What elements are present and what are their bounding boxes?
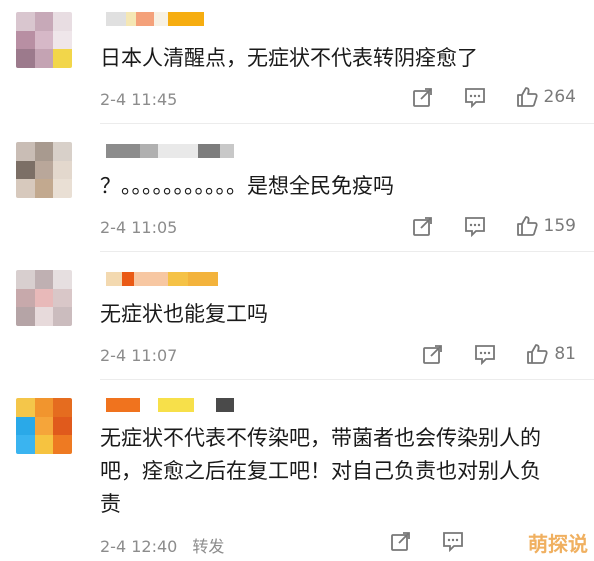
like-count: 81 bbox=[554, 344, 576, 364]
username-pixel bbox=[140, 398, 158, 412]
like-count: 264 bbox=[543, 87, 576, 107]
avatar-pixel bbox=[34, 30, 54, 50]
avatar-pixel bbox=[16, 142, 35, 161]
divider bbox=[100, 251, 594, 252]
avatar-pixel bbox=[34, 179, 54, 198]
thumbs-up-icon[interactable] bbox=[516, 86, 538, 108]
comment-icon[interactable] bbox=[474, 343, 496, 366]
avatar-pixel bbox=[53, 179, 72, 198]
avatar-pixel bbox=[16, 12, 35, 31]
avatar-pixel bbox=[16, 307, 35, 326]
divider bbox=[100, 379, 594, 380]
comment-time: 2-4 11:05 bbox=[100, 218, 178, 237]
comment-actions: 159 bbox=[412, 215, 576, 238]
comment-meta: 2-4 12:40 转发 bbox=[100, 533, 224, 557]
avatar-pixel bbox=[16, 270, 35, 289]
comment-text-line: 责 bbox=[100, 492, 121, 516]
username[interactable] bbox=[106, 12, 204, 26]
username-pixel bbox=[122, 272, 134, 286]
username-pixel bbox=[106, 12, 126, 26]
avatar-pixel bbox=[53, 160, 72, 180]
username-pixel bbox=[106, 272, 122, 286]
avatar-pixel bbox=[53, 12, 72, 31]
avatar-pixel bbox=[34, 416, 54, 436]
comment-time: 2-4 12:40 bbox=[100, 537, 178, 556]
divider bbox=[100, 123, 594, 124]
username[interactable] bbox=[106, 144, 234, 158]
username-pixel bbox=[220, 144, 234, 158]
avatar[interactable] bbox=[16, 12, 72, 68]
avatar[interactable] bbox=[16, 270, 72, 326]
avatar[interactable] bbox=[16, 398, 72, 454]
avatar-pixel bbox=[53, 30, 72, 50]
share-icon[interactable] bbox=[390, 530, 412, 552]
comment-text: 日本人清醒点，无症状不代表转阴痊愈了 bbox=[100, 46, 478, 70]
repost-label[interactable]: 转发 bbox=[192, 537, 224, 556]
username[interactable] bbox=[106, 272, 218, 286]
username-pixel bbox=[158, 144, 198, 158]
comment-text: 无症状不代表不传染吧，带菌者也会传染别人的 吧，痊愈之后在复工吧！对自己负责也对… bbox=[100, 422, 570, 521]
avatar-pixel bbox=[53, 142, 72, 161]
like-count: 159 bbox=[543, 216, 576, 236]
comment-actions: 264 bbox=[412, 86, 576, 109]
username-pixel bbox=[194, 398, 216, 412]
avatar-pixel bbox=[34, 288, 54, 308]
comment-time: 2-4 11:45 bbox=[100, 90, 178, 109]
comment-actions bbox=[390, 530, 464, 553]
username-pixel bbox=[136, 12, 154, 26]
username-pixel bbox=[158, 398, 194, 412]
avatar-pixel bbox=[53, 270, 72, 289]
avatar-pixel bbox=[34, 12, 54, 31]
avatar-pixel bbox=[16, 435, 35, 454]
avatar-pixel bbox=[34, 142, 54, 161]
avatar-pixel bbox=[16, 49, 35, 68]
comment-text-line: 吧，痊愈之后在复工吧！对自己负责也对别人负 bbox=[100, 459, 541, 483]
share-icon[interactable] bbox=[412, 215, 434, 237]
avatar-pixel bbox=[53, 435, 72, 454]
thumbs-up-icon[interactable] bbox=[516, 215, 538, 237]
avatar-pixel bbox=[34, 398, 54, 417]
avatar-pixel bbox=[16, 416, 35, 436]
comment-icon[interactable] bbox=[464, 86, 486, 109]
avatar-pixel bbox=[16, 179, 35, 198]
comment-time: 2-4 11:07 bbox=[100, 346, 178, 365]
comment-icon[interactable] bbox=[464, 215, 486, 238]
avatar[interactable] bbox=[16, 142, 72, 198]
thumbs-up-icon[interactable] bbox=[526, 343, 548, 365]
comment-actions: 81 bbox=[422, 343, 576, 366]
username-pixel bbox=[106, 398, 140, 412]
username-pixel bbox=[106, 144, 140, 158]
avatar-pixel bbox=[53, 398, 72, 417]
username-pixel bbox=[216, 398, 234, 412]
avatar-pixel bbox=[16, 30, 35, 50]
share-icon[interactable] bbox=[412, 86, 434, 108]
avatar-pixel bbox=[53, 307, 72, 326]
username-pixel bbox=[134, 272, 168, 286]
avatar-pixel bbox=[16, 398, 35, 417]
comment-text: 无症状也能复工吗 bbox=[100, 302, 268, 326]
username-pixel bbox=[168, 12, 204, 26]
username-pixel bbox=[188, 272, 218, 286]
avatar-pixel bbox=[16, 288, 35, 308]
avatar-pixel bbox=[34, 307, 54, 326]
watermark: 萌探说 bbox=[528, 532, 588, 556]
avatar-pixel bbox=[53, 416, 72, 436]
comment-text: ？。。。。。。。。。。。是想全民免疫吗 bbox=[100, 174, 394, 198]
avatar-pixel bbox=[16, 160, 35, 180]
comment-text-line: 无症状不代表不传染吧，带菌者也会传染别人的 bbox=[100, 426, 541, 450]
username-pixel bbox=[168, 272, 188, 286]
username-pixel bbox=[140, 144, 158, 158]
username[interactable] bbox=[106, 398, 234, 412]
username-pixel bbox=[154, 12, 168, 26]
avatar-pixel bbox=[34, 435, 54, 454]
avatar-pixel bbox=[53, 288, 72, 308]
avatar-pixel bbox=[34, 49, 54, 68]
avatar-pixel bbox=[34, 160, 54, 180]
avatar-pixel bbox=[34, 270, 54, 289]
avatar-pixel bbox=[53, 49, 72, 68]
username-pixel bbox=[198, 144, 220, 158]
share-icon[interactable] bbox=[422, 343, 444, 365]
comment-icon[interactable] bbox=[442, 530, 464, 553]
username-pixel bbox=[126, 12, 136, 26]
